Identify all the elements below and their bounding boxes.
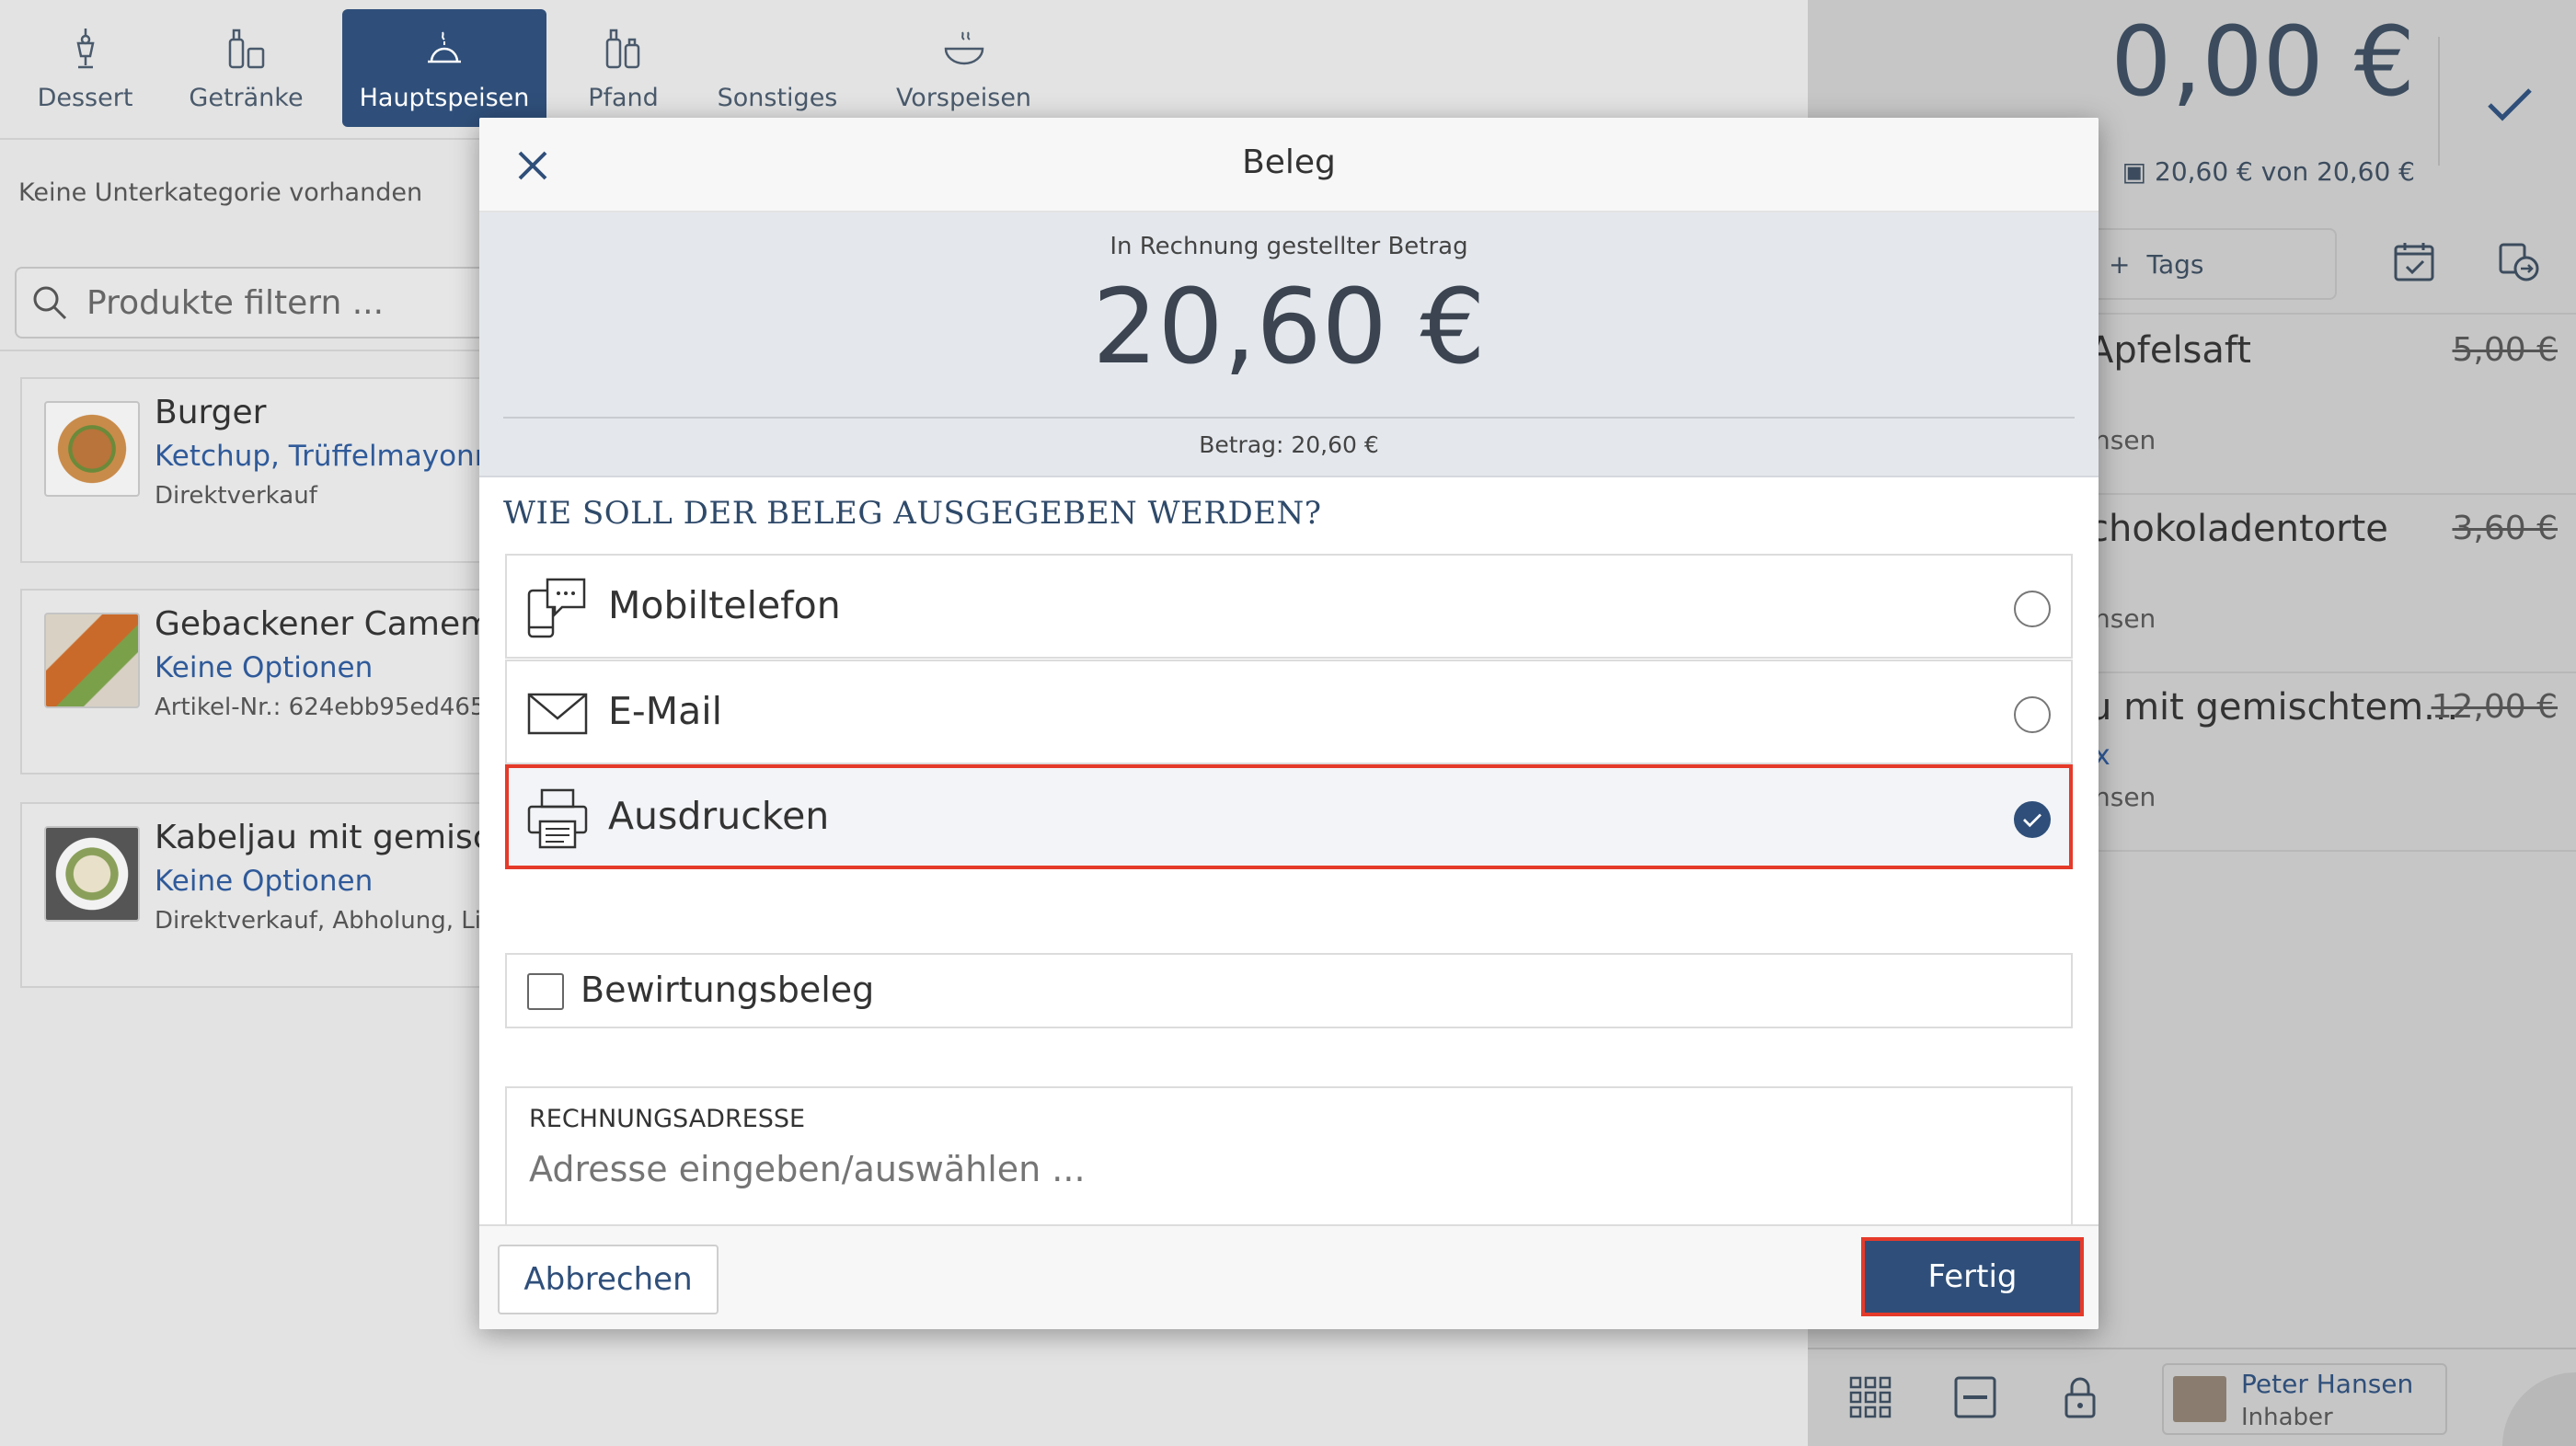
grid-icon[interactable] bbox=[1847, 1374, 1893, 1420]
product-image bbox=[44, 826, 140, 922]
amount-label: In Rechnung gestellter Betrag bbox=[1110, 233, 1468, 260]
address-label: RECHNUNGSADRESSE bbox=[529, 1105, 806, 1133]
hospitality-label: Bewirtungsbeleg bbox=[581, 970, 875, 1010]
dessert-icon bbox=[75, 29, 95, 69]
tab-hauptspeisen[interactable]: Hauptspeisen bbox=[342, 9, 546, 127]
hospitality-receipt-option[interactable]: Bewirtungsbeleg bbox=[505, 953, 2073, 1028]
amount-sub: Betrag: 20,60 € bbox=[1199, 431, 1379, 458]
billing-address-field: RECHNUNGSADRESSE bbox=[505, 1086, 2073, 1224]
product-options: Ketchup, Trüffelmayonnai bbox=[155, 440, 518, 473]
radio-button-checked[interactable] bbox=[2014, 801, 2051, 838]
hospitality-checkbox[interactable] bbox=[527, 973, 564, 1010]
user-role: Inhaber bbox=[2241, 1404, 2333, 1431]
order-item-name: u mit gemischtem... bbox=[2088, 686, 2459, 729]
minus-box-icon[interactable] bbox=[1952, 1374, 1998, 1420]
user-badge[interactable]: Peter Hansen Inhaber bbox=[2162, 1363, 2447, 1435]
order-total: 0,00 € bbox=[2110, 6, 2415, 118]
tab-label: Pfand bbox=[588, 84, 659, 112]
check-icon bbox=[2023, 813, 2041, 828]
product-image bbox=[44, 401, 140, 497]
tab-label: Dessert bbox=[37, 84, 133, 112]
output-question: WIE SOLL DER BELEG AUSGEGEBEN WERDEN? bbox=[503, 495, 1322, 532]
calendar-check-icon[interactable] bbox=[2392, 239, 2436, 283]
product-meta: Direktverkauf, Abholung, Lief bbox=[155, 907, 505, 935]
tab-label: Vorspeisen bbox=[895, 84, 1032, 112]
dialog-header: Beleg bbox=[479, 118, 2099, 212]
order-item-sub: nsen bbox=[2094, 782, 2156, 812]
cancel-button[interactable]: Abbrechen bbox=[498, 1245, 719, 1314]
paid-text: 20,60 € von 20,60 € bbox=[2155, 156, 2415, 187]
receipt-dialog: Beleg In Rechnung gestellter Betrag 20,6… bbox=[479, 118, 2099, 1329]
envelope-icon bbox=[527, 693, 588, 735]
tab-dessert[interactable]: Dessert bbox=[18, 9, 152, 127]
order-item-name: chokoladentorte bbox=[2088, 508, 2388, 550]
tab-getraenke[interactable]: Getränke bbox=[179, 9, 313, 127]
tab-vorspeisen[interactable]: Vorspeisen bbox=[888, 9, 1040, 127]
product-options: Keine Optionen bbox=[155, 651, 374, 684]
address-input[interactable] bbox=[529, 1149, 2001, 1189]
radio-button[interactable] bbox=[2014, 591, 2051, 627]
search-icon bbox=[33, 286, 67, 320]
option-ausdrucken[interactable]: Ausdrucken bbox=[505, 764, 2073, 869]
option-label: Ausdrucken bbox=[608, 794, 830, 838]
tab-sonstiges[interactable]: Sonstiges bbox=[708, 9, 846, 127]
mobile-message-icon bbox=[527, 578, 586, 638]
divider bbox=[503, 417, 2075, 419]
option-label: Mobiltelefon bbox=[608, 583, 841, 627]
lock-icon[interactable] bbox=[2057, 1374, 2103, 1420]
subcategory-info: Keine Unterkategorie vorhanden bbox=[18, 178, 423, 207]
order-item-sub: nsen bbox=[2094, 425, 2156, 455]
tab-pfand[interactable]: Pfand bbox=[561, 9, 685, 127]
avatar bbox=[2173, 1376, 2226, 1422]
order-item-price: 5,00 € bbox=[2452, 331, 2558, 369]
plus-icon: + bbox=[2109, 248, 2131, 280]
order-item-name: Apfelsaft bbox=[2088, 329, 2251, 372]
amount-value: 20,60 € bbox=[1092, 268, 1486, 387]
option-mobiltelefon[interactable]: Mobiltelefon bbox=[505, 554, 2073, 659]
misc-icon bbox=[753, 25, 801, 73]
user-name: Peter Hansen bbox=[2241, 1369, 2414, 1399]
tab-label: Getränke bbox=[189, 84, 304, 112]
product-name: Kabeljau mit gemischt bbox=[155, 819, 525, 856]
radio-button[interactable] bbox=[2014, 696, 2051, 733]
tags-label: Tags bbox=[2146, 248, 2204, 280]
printer-icon bbox=[527, 788, 588, 849]
bottles-icon bbox=[605, 29, 639, 69]
order-item-price: 12,00 € bbox=[2431, 688, 2558, 726]
dialog-footer: Abbrechen Fertig bbox=[479, 1224, 2099, 1329]
confirm-check-icon[interactable] bbox=[2480, 74, 2539, 132]
product-meta: Direktverkauf bbox=[155, 482, 317, 510]
tab-label: Sonstiges bbox=[717, 84, 838, 112]
divider bbox=[2438, 37, 2440, 166]
bowl-icon bbox=[944, 31, 983, 65]
done-button[interactable]: Fertig bbox=[1861, 1237, 2084, 1316]
tab-label: Hauptspeisen bbox=[359, 84, 530, 112]
order-item-sub: nsen bbox=[2094, 603, 2156, 634]
option-label: E-Mail bbox=[608, 689, 722, 733]
product-image bbox=[44, 613, 140, 708]
product-name: Burger bbox=[155, 394, 267, 431]
drinks-icon bbox=[228, 29, 264, 69]
option-email[interactable]: E-Mail bbox=[505, 660, 2073, 764]
filter-placeholder: Produkte filtern ... bbox=[86, 283, 385, 322]
product-options: Keine Optionen bbox=[155, 865, 374, 898]
tags-button[interactable]: + Tags bbox=[2061, 228, 2337, 300]
order-paid-summary: ▣ 20,60 € von 20,60 € bbox=[2122, 156, 2415, 187]
wallet-icon: ▣ bbox=[2122, 156, 2155, 187]
order-item-price: 3,60 € bbox=[2452, 510, 2558, 547]
invoiced-amount-panel: In Rechnung gestellter Betrag 20,60 € Be… bbox=[479, 212, 2099, 477]
product-meta: Artikel-Nr.: 624ebb95ed4659 bbox=[155, 694, 501, 721]
cloche-icon bbox=[428, 31, 461, 63]
dialog-title: Beleg bbox=[1242, 143, 1336, 181]
transfer-icon[interactable] bbox=[2497, 239, 2541, 283]
